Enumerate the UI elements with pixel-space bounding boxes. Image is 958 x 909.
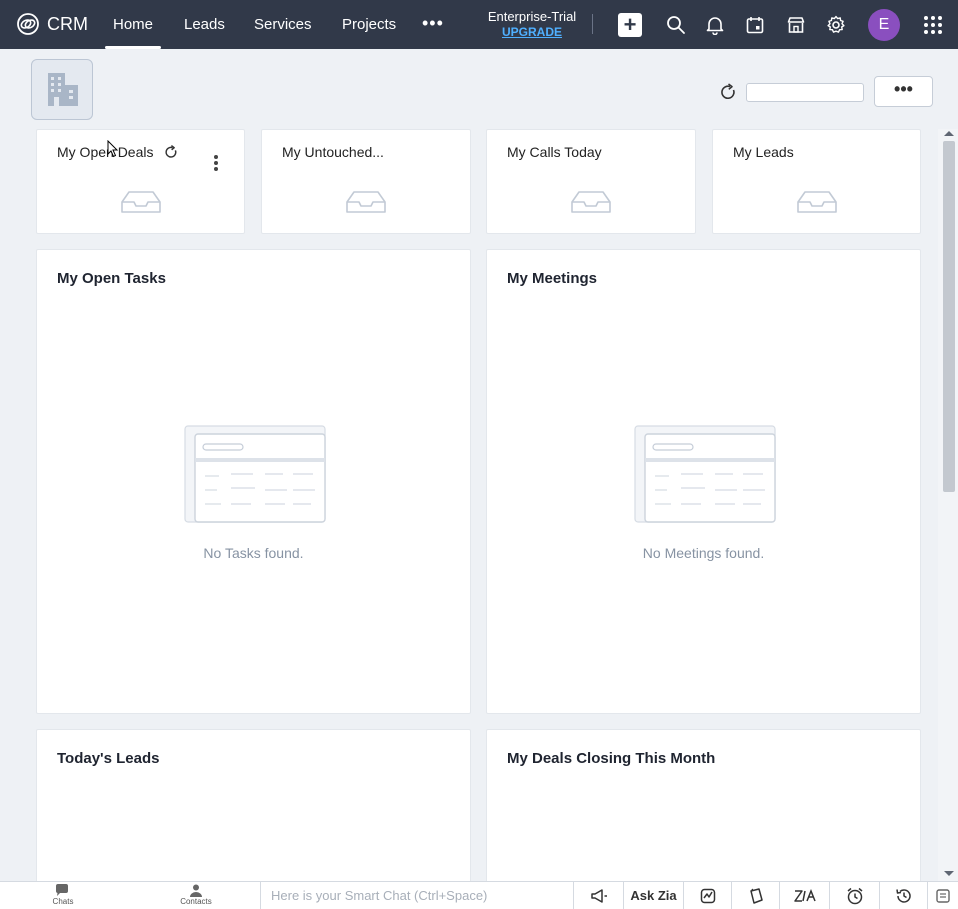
- smart-chat-input[interactable]: Here is your Smart Chat (Ctrl+Space): [260, 882, 574, 909]
- crm-logo-icon: [17, 13, 39, 35]
- widget-todays-leads: Today's Leads: [36, 729, 471, 889]
- feedback-button[interactable]: [928, 882, 958, 909]
- widget-my-open-tasks: My Open Tasks No Tasks found.: [36, 249, 471, 714]
- feedback-icon: [936, 888, 950, 903]
- upgrade-link[interactable]: UPGRADE: [486, 25, 578, 39]
- widget-title: Today's Leads: [57, 750, 160, 767]
- contacts-button[interactable]: Contacts: [172, 884, 220, 906]
- signals-button[interactable]: [684, 882, 732, 909]
- contacts-label: Contacts: [180, 897, 212, 906]
- signals-icon: [700, 888, 715, 903]
- reminders-button[interactable]: [830, 882, 880, 909]
- tab-projects[interactable]: Projects: [342, 16, 396, 33]
- bottom-bar: Chats Contacts Here is your Smart Chat (…: [0, 881, 958, 909]
- notes-button[interactable]: [732, 882, 780, 909]
- announce-icon: [590, 888, 607, 903]
- mouse-cursor-icon: [107, 140, 119, 158]
- widget-my-open-deals: My Open Deals: [36, 129, 245, 234]
- more-options-button[interactable]: •••: [874, 76, 933, 107]
- zia-button[interactable]: [780, 882, 830, 909]
- settings-icon[interactable]: [826, 15, 846, 35]
- ask-zia-button[interactable]: Ask Zia: [624, 882, 684, 909]
- history-icon: [895, 888, 911, 903]
- edition-label: Enterprise-Trial: [487, 9, 577, 24]
- brand[interactable]: CRM: [16, 12, 88, 36]
- scroll-down-arrow-icon[interactable]: [944, 871, 954, 876]
- inbox-icon: [797, 191, 837, 213]
- kebab-icon[interactable]: [213, 154, 219, 172]
- widget-my-deals-closing-this-month: My Deals Closing This Month: [486, 729, 921, 889]
- inbox-icon: [571, 191, 611, 213]
- widget-my-leads: My Leads: [712, 129, 921, 234]
- widget-my-meetings: My Meetings No Meetings found.: [486, 249, 921, 714]
- chats-label: Chats: [52, 897, 74, 906]
- widget-title: My Calls Today: [507, 144, 602, 160]
- scrollbar-thumb[interactable]: [943, 141, 955, 492]
- marketplace-icon[interactable]: [786, 15, 806, 35]
- contacts-icon: [190, 884, 202, 897]
- apps-grid-icon[interactable]: [923, 15, 943, 35]
- divider: [592, 14, 593, 34]
- top-navigation-bar: CRM Home Leads Services Projects ••• Ent…: [0, 0, 958, 49]
- add-icon[interactable]: +: [618, 13, 642, 37]
- widget-title: My Open Tasks: [57, 270, 166, 287]
- recent-items-button[interactable]: [880, 882, 928, 909]
- scroll-up-arrow-icon[interactable]: [944, 131, 954, 136]
- alarm-icon: [847, 887, 862, 904]
- bell-icon[interactable]: [705, 15, 725, 35]
- chats-button[interactable]: Chats: [44, 884, 82, 906]
- widget-title: My Open Deals: [57, 144, 154, 160]
- user-avatar[interactable]: E: [868, 9, 900, 41]
- dashboard-search-input[interactable]: [746, 83, 864, 102]
- edition-info: Enterprise-Trial UPGRADE: [486, 9, 578, 39]
- widget-title: My Untouched...: [282, 144, 384, 160]
- announcements-button[interactable]: [574, 882, 624, 909]
- widget-my-untouched: My Untouched...: [261, 129, 471, 234]
- tab-leads[interactable]: Leads: [184, 16, 225, 33]
- empty-state-text: No Tasks found.: [203, 545, 304, 561]
- zia-icon: [793, 888, 816, 902]
- calendar-icon[interactable]: [745, 15, 765, 35]
- widget-my-calls-today: My Calls Today: [486, 129, 696, 234]
- inbox-icon: [346, 191, 386, 213]
- tab-home[interactable]: Home: [104, 16, 162, 49]
- refresh-icon[interactable]: [163, 144, 179, 160]
- widget-title: My Leads: [733, 144, 794, 160]
- company-logo[interactable]: [31, 59, 93, 120]
- inbox-icon: [121, 191, 161, 213]
- app-name: CRM: [47, 13, 88, 34]
- search-icon[interactable]: [666, 15, 686, 35]
- empty-table-icon: [184, 425, 326, 523]
- empty-state-text: No Meetings found.: [642, 545, 765, 561]
- empty-table-icon: [634, 425, 776, 523]
- tab-services[interactable]: Services: [254, 16, 312, 33]
- more-tabs-button[interactable]: •••: [422, 14, 444, 32]
- notes-icon: [749, 887, 763, 904]
- widget-title: My Meetings: [507, 270, 598, 287]
- chat-icon: [55, 884, 68, 896]
- building-icon: [48, 73, 78, 106]
- refresh-icon[interactable]: [718, 82, 738, 102]
- widget-title: My Deals Closing This Month: [507, 750, 716, 767]
- ask-zia-label: Ask Zia: [630, 888, 677, 903]
